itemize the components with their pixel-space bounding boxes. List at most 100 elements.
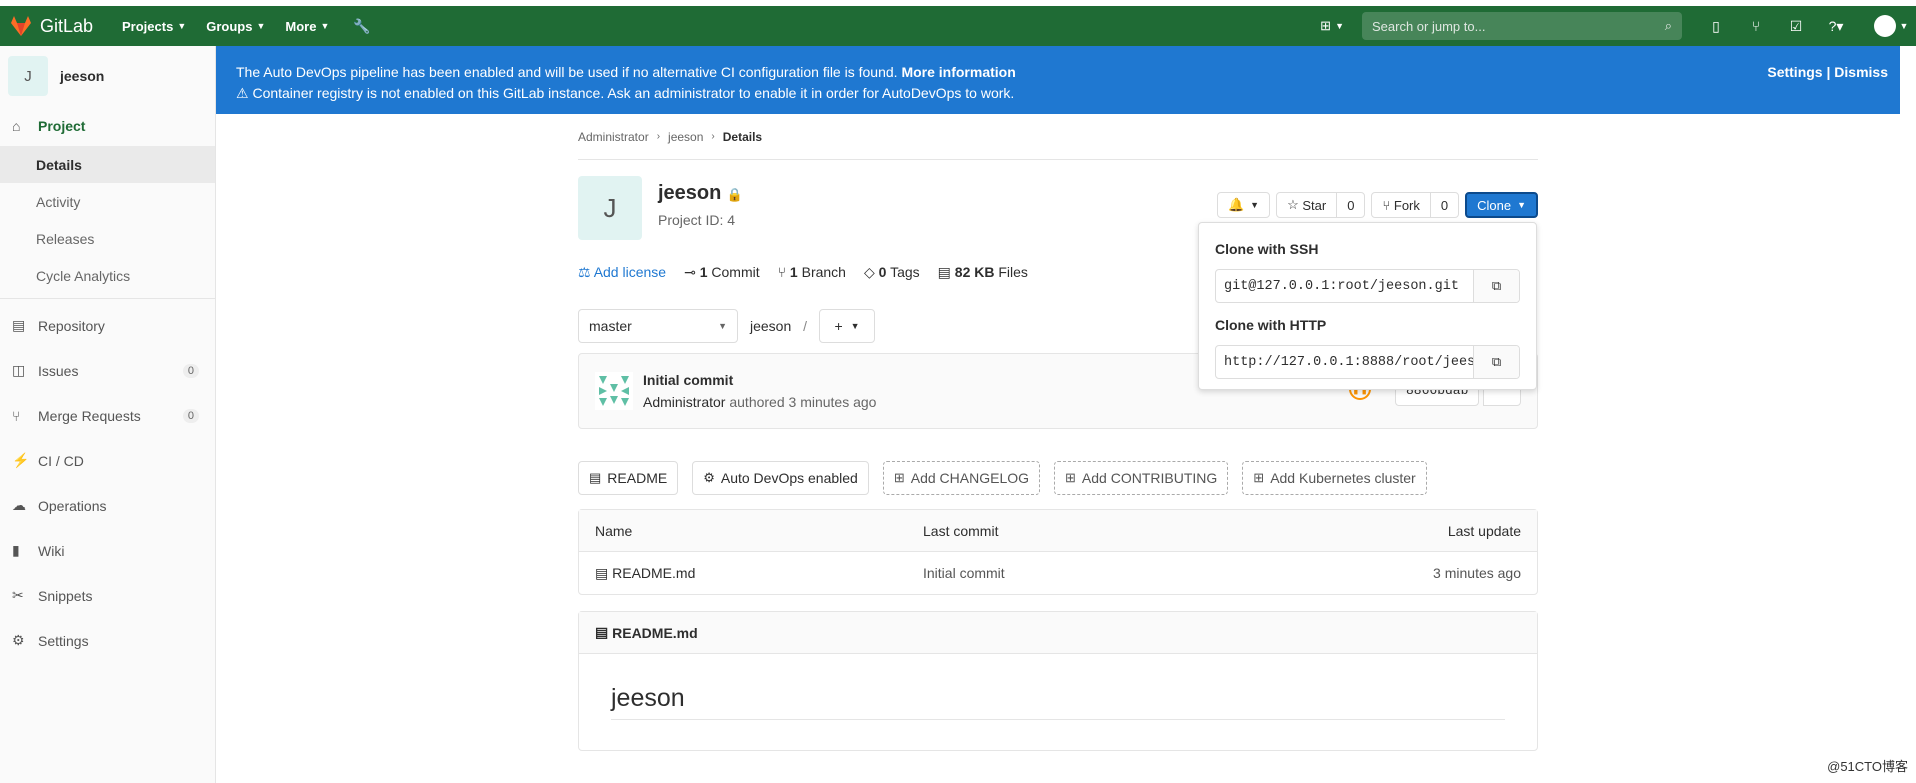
sidebar-item-snippets[interactable]: ✂ Snippets: [0, 573, 215, 618]
todo-icon[interactable]: ☑: [1776, 18, 1816, 35]
banner-settings-link[interactable]: Settings: [1767, 64, 1822, 80]
table-row[interactable]: ▤ README.md Initial commit 3 minutes ago: [579, 552, 1537, 594]
add-to-tree-dropdown[interactable]: + ▼: [819, 309, 876, 343]
sidebar-item-label: CI / CD: [38, 452, 84, 469]
banner-line-2: ⚠ Container registry is not enabled on t…: [236, 83, 1880, 104]
ssh-url-input[interactable]: git@127.0.0.1:root/jeeson.git: [1216, 270, 1473, 302]
sidebar-item-label: Settings: [38, 632, 89, 649]
copy-http-button[interactable]: ⧉: [1473, 346, 1519, 378]
add-changelog-label: Add CHANGELOG: [910, 470, 1030, 486]
http-url-input[interactable]: http://127.0.0.1:8888/root/jeeson.git: [1216, 346, 1473, 378]
sidebar-item-settings[interactable]: ⚙ Settings: [0, 618, 215, 663]
sidebar-subitem-releases[interactable]: Releases: [0, 220, 215, 257]
breadcrumb: Administrator › jeeson › Details: [578, 114, 1538, 160]
fork-button[interactable]: ⑂ Fork: [1372, 193, 1431, 217]
readme-button[interactable]: ▤ README: [578, 461, 679, 495]
breadcrumb-administrator[interactable]: Administrator: [578, 130, 649, 144]
sidebar-item-project[interactable]: ⌂ Project: [0, 106, 215, 146]
column-name: Name: [595, 522, 633, 539]
commit-author-avatar[interactable]: [595, 372, 633, 410]
sidebar-item-label: Operations: [38, 497, 107, 514]
sidebar-item-wiki[interactable]: ▮ Wiki: [0, 528, 215, 573]
add-changelog-button[interactable]: ⊞ Add CHANGELOG: [882, 461, 1041, 495]
tags-link[interactable]: ◇ 0 Tags: [864, 264, 920, 281]
sidebar-context-header[interactable]: J jeeson: [0, 46, 215, 106]
gear-icon: ⚙: [703, 470, 715, 485]
banner-dismiss-link[interactable]: Dismiss: [1834, 64, 1888, 80]
auto-devops-button[interactable]: ⚙ Auto DevOps enabled: [692, 461, 869, 495]
watermark: @51CTO博客: [1827, 759, 1908, 774]
star-button[interactable]: ☆ Star: [1277, 193, 1338, 217]
nav-more[interactable]: More ▼: [285, 19, 329, 34]
copy-icon: ⧉: [1491, 354, 1502, 369]
chevron-down-icon: ▼: [1517, 200, 1526, 210]
help-icon[interactable]: ?▾: [1816, 18, 1856, 35]
nav-groups[interactable]: Groups ▼: [206, 19, 265, 34]
path-separator: /: [803, 318, 808, 334]
readme-header: ▤ README.md: [579, 612, 1537, 654]
branches-link[interactable]: ⑂ 1 Branch: [778, 264, 846, 281]
repo-path-root[interactable]: jeeson: [750, 318, 791, 334]
sidebar-subitem-activity[interactable]: Activity: [0, 183, 215, 220]
file-icon: ▤: [937, 264, 951, 280]
fork-count[interactable]: 0: [1431, 193, 1458, 217]
gitlab-logo[interactable]: GitLab: [10, 16, 102, 37]
file-name: README.md: [612, 564, 696, 581]
new-dropdown-button[interactable]: ⊞ ▼: [1320, 18, 1344, 34]
plus-icon: +: [834, 318, 843, 334]
file-name-cell[interactable]: ▤ README.md: [595, 565, 923, 582]
admin-wrench-icon[interactable]: 🔧: [353, 18, 370, 35]
banner-warning-text: Container registry is not enabled on thi…: [252, 85, 1015, 101]
add-license-label: Add license: [593, 264, 667, 280]
commits-link[interactable]: ⊸ 1 Commit: [684, 264, 760, 281]
sidebar-item-repository[interactable]: ▤ Repository: [0, 303, 215, 348]
plus-square-icon: ⊞: [1253, 470, 1265, 485]
project-sidebar: J jeeson ⌂ Project Details Activity Relea…: [0, 46, 216, 783]
file-commit-cell[interactable]: Initial commit: [923, 565, 1433, 581]
sidebar-toggle-icon[interactable]: ▯: [1696, 18, 1736, 35]
tags-label: Tags: [890, 264, 920, 280]
add-license-link[interactable]: ⚖ Add license: [578, 264, 666, 281]
count-badge: 0: [182, 408, 199, 423]
add-kubernetes-button[interactable]: ⊞ Add Kubernetes cluster: [1242, 461, 1427, 495]
rocket-icon: ⚡: [12, 452, 30, 468]
notification-dropdown-button[interactable]: 🔔 ▼: [1216, 192, 1271, 218]
auto-devops-label: Auto DevOps enabled: [720, 470, 858, 486]
readme-body: jeeson: [579, 654, 1537, 720]
plus-square-icon: ⊞: [1320, 18, 1332, 33]
user-menu[interactable]: ▼: [1856, 15, 1916, 37]
commit-title[interactable]: Initial commit: [643, 372, 733, 388]
copy-ssh-button[interactable]: ⧉: [1473, 270, 1519, 302]
sidebar-item-merge-requests[interactable]: ⑂ Merge Requests 0: [0, 393, 215, 438]
commit-author[interactable]: Administrator: [643, 394, 725, 410]
banner-actions: Settings | Dismiss: [1767, 62, 1888, 83]
issues-icon: ◫: [12, 362, 26, 378]
scale-icon: ⚖: [578, 264, 591, 280]
warning-icon: ⚠: [236, 85, 249, 101]
fork-button-group: ⑂ Fork 0: [1371, 192, 1460, 218]
more-information-link[interactable]: More information: [901, 64, 1015, 80]
clone-button[interactable]: Clone ▼: [1465, 192, 1538, 218]
sidebar-item-issues[interactable]: ◫ Issues 0: [0, 348, 215, 393]
nav-groups-label: Groups: [206, 18, 253, 34]
files-link[interactable]: ▤ 82 KB Files: [938, 264, 1028, 281]
breadcrumb-jeeson[interactable]: jeeson: [668, 130, 703, 144]
nav-projects[interactable]: Projects ▼: [122, 19, 186, 34]
search-input[interactable]: Search or jump to... ⌕: [1362, 12, 1682, 40]
add-contributing-label: Add CONTRIBUTING: [1081, 470, 1218, 486]
logo-text: GitLab: [40, 15, 94, 36]
file-updated-cell: 3 minutes ago: [1433, 565, 1521, 581]
add-kubernetes-label: Add Kubernetes cluster: [1270, 470, 1416, 486]
star-count[interactable]: 0: [1337, 193, 1364, 217]
merge-request-icon[interactable]: ⑂: [1736, 18, 1776, 34]
sidebar-item-operations[interactable]: ☁ Operations: [0, 483, 215, 528]
project-avatar: J: [578, 176, 642, 240]
sidebar-subitem-details[interactable]: Details: [0, 146, 215, 183]
sidebar-item-ci-cd[interactable]: ⚡ CI / CD: [0, 438, 215, 483]
breadcrumb-details[interactable]: Details: [723, 130, 762, 144]
sidebar-subitem-cycle-analytics[interactable]: Cycle Analytics: [0, 257, 215, 294]
chevron-down-icon: ▼: [1335, 21, 1344, 31]
add-contributing-button[interactable]: ⊞ Add CONTRIBUTING: [1054, 461, 1229, 495]
auto-devops-banner: The Auto DevOps pipeline has been enable…: [216, 46, 1900, 114]
branch-select[interactable]: master ▼: [578, 309, 738, 343]
